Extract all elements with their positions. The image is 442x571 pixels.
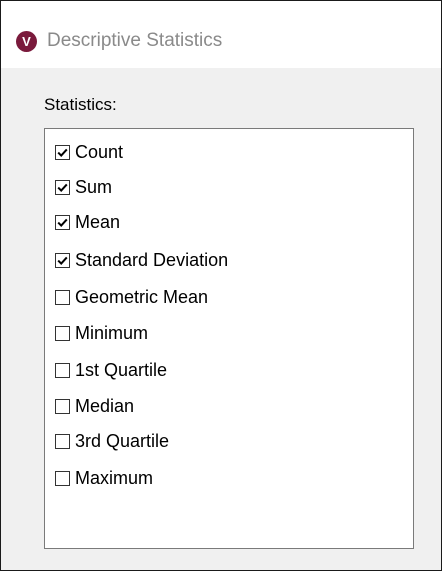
- list-item-1st-quartile[interactable]: 1st Quartile: [55, 358, 167, 382]
- maximum-checkbox[interactable]: [55, 470, 70, 486]
- list-item-mean[interactable]: Mean: [55, 210, 120, 234]
- list-item-3rd-quartile[interactable]: 3rd Quartile: [55, 429, 169, 453]
- count-checkbox[interactable]: [55, 144, 70, 160]
- median-checkbox[interactable]: [55, 398, 70, 414]
- list-item-maximum[interactable]: Maximum: [55, 466, 153, 490]
- minimum-label: Minimum: [75, 322, 149, 343]
- median-label: Median: [75, 395, 135, 416]
- 3rd-quartile-label: 3rd Quartile: [75, 430, 170, 451]
- list-item-sum[interactable]: Sum: [55, 175, 112, 199]
- 1st-quartile-label: 1st Quartile: [75, 359, 168, 380]
- checkmark-icon: [57, 256, 68, 265]
- statistics-list[interactable]: Count Sum Mean Standard Deviation Geomet…: [44, 128, 414, 549]
- list-item-count[interactable]: Count: [55, 140, 123, 164]
- sum-checkbox[interactable]: [55, 179, 70, 195]
- statistics-label: Statistics:: [44, 95, 117, 114]
- list-item-geometric-mean[interactable]: Geometric Mean: [55, 285, 208, 309]
- maximum-label: Maximum: [75, 467, 154, 488]
- count-label: Count: [75, 141, 124, 162]
- minimum-checkbox[interactable]: [55, 325, 70, 341]
- checkmark-icon: [57, 218, 68, 227]
- checkmark-icon: [57, 148, 68, 157]
- mean-checkbox[interactable]: [55, 214, 70, 230]
- geometric-mean-label: Geometric Mean: [75, 286, 209, 307]
- list-item-median[interactable]: Median: [55, 394, 134, 418]
- mean-label: Mean: [75, 211, 121, 232]
- 1st-quartile-checkbox[interactable]: [55, 362, 70, 378]
- list-item-standard-deviation[interactable]: Standard Deviation: [55, 248, 228, 272]
- standard-deviation-label: Standard Deviation: [75, 249, 229, 270]
- sum-label: Sum: [75, 176, 113, 197]
- checkmark-icon: [57, 183, 68, 192]
- app-logo-icon: V: [16, 31, 37, 52]
- 3rd-quartile-checkbox[interactable]: [55, 433, 70, 449]
- standard-deviation-checkbox[interactable]: [55, 252, 70, 268]
- window-title: Descriptive Statistics: [47, 30, 223, 51]
- list-item-minimum[interactable]: Minimum: [55, 321, 148, 345]
- dialog-window: V Descriptive Statistics Statistics: Cou…: [0, 0, 442, 571]
- title-bar: V Descriptive Statistics: [1, 1, 441, 68]
- geometric-mean-checkbox[interactable]: [55, 289, 70, 305]
